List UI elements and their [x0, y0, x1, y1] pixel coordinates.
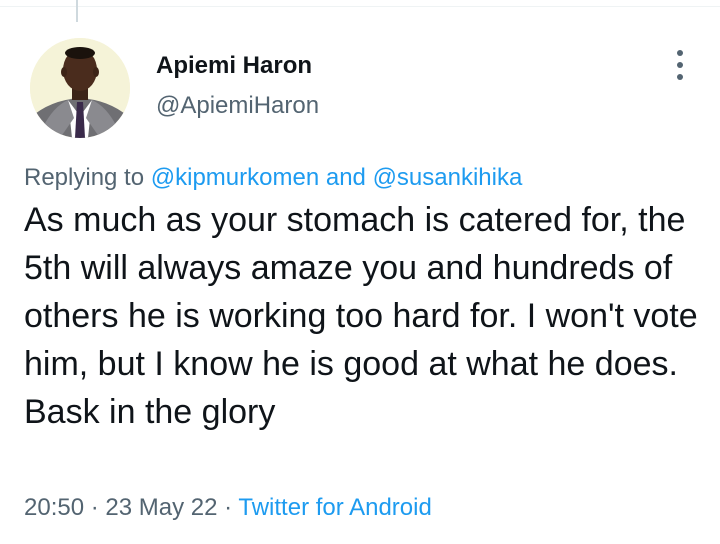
- more-dot: [677, 50, 683, 56]
- mention-link[interactable]: @susankihika: [373, 164, 523, 191]
- avatar[interactable]: [30, 38, 130, 138]
- replying-to: Replying to @kipmurkomen and @susankihik…: [24, 164, 522, 192]
- tweet-date[interactable]: 23 May 22: [105, 494, 217, 521]
- author-name[interactable]: Apiemi Haron: [156, 52, 312, 80]
- replying-and[interactable]: and: [326, 164, 366, 191]
- author-handle[interactable]: @ApiemiHaron: [156, 92, 319, 120]
- more-vertical-icon[interactable]: [668, 50, 692, 80]
- more-dot: [677, 62, 683, 68]
- avatar-photo: [30, 38, 130, 138]
- meta-separator: ·: [224, 494, 233, 521]
- tweet-time[interactable]: 20:50: [24, 494, 84, 521]
- more-dot: [677, 74, 683, 80]
- top-divider: [0, 6, 720, 7]
- meta-separator: ·: [90, 494, 99, 521]
- mention-link[interactable]: @kipmurkomen: [151, 164, 319, 191]
- tweet-text: As much as your stomach is catered for, …: [24, 201, 698, 431]
- tweet-meta: 20:50 · 23 May 22 · Twitter for Android: [24, 494, 432, 522]
- thread-connector-line: [76, 0, 78, 22]
- tweet-source[interactable]: Twitter for Android: [238, 494, 431, 521]
- replying-prefix: Replying to: [24, 164, 145, 191]
